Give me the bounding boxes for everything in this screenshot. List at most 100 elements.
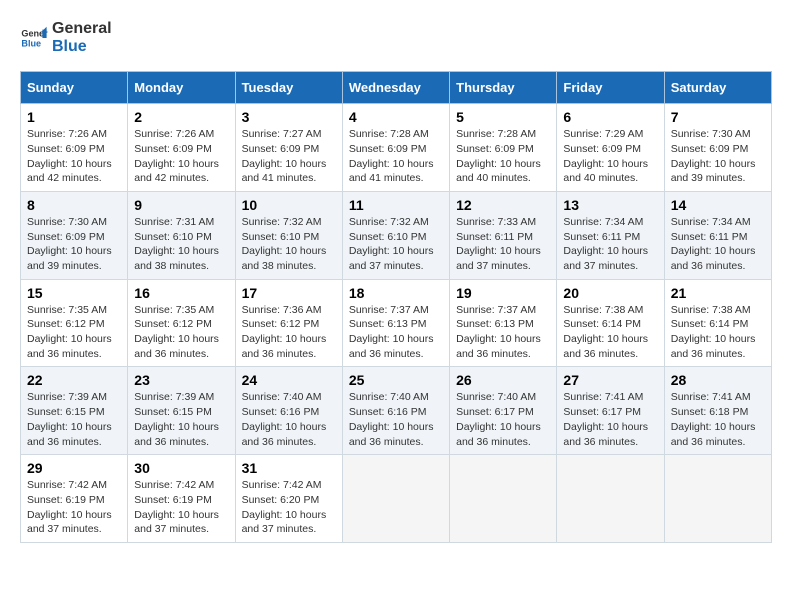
calendar-cell: 14 Sunrise: 7:34 AM Sunset: 6:11 PM Dayl…	[664, 191, 771, 279]
calendar-cell: 28 Sunrise: 7:41 AM Sunset: 6:18 PM Dayl…	[664, 367, 771, 455]
day-info: Sunrise: 7:42 AM Sunset: 6:19 PM Dayligh…	[134, 478, 228, 537]
weekday-header-friday: Friday	[557, 72, 664, 104]
logo-text-general: General	[52, 20, 112, 38]
day-number: 11	[349, 197, 443, 213]
day-info: Sunrise: 7:38 AM Sunset: 6:14 PM Dayligh…	[671, 303, 765, 362]
calendar-cell: 29 Sunrise: 7:42 AM Sunset: 6:19 PM Dayl…	[21, 455, 128, 543]
day-info: Sunrise: 7:30 AM Sunset: 6:09 PM Dayligh…	[671, 127, 765, 186]
day-number: 1	[27, 109, 121, 125]
day-number: 27	[563, 372, 657, 388]
day-info: Sunrise: 7:40 AM Sunset: 6:16 PM Dayligh…	[242, 390, 336, 449]
calendar-cell: 6 Sunrise: 7:29 AM Sunset: 6:09 PM Dayli…	[557, 104, 664, 192]
weekday-header-thursday: Thursday	[450, 72, 557, 104]
calendar-cell: 31 Sunrise: 7:42 AM Sunset: 6:20 PM Dayl…	[235, 455, 342, 543]
day-number: 18	[349, 285, 443, 301]
calendar-cell: 9 Sunrise: 7:31 AM Sunset: 6:10 PM Dayli…	[128, 191, 235, 279]
weekday-header-tuesday: Tuesday	[235, 72, 342, 104]
calendar-cell	[342, 455, 449, 543]
day-info: Sunrise: 7:40 AM Sunset: 6:16 PM Dayligh…	[349, 390, 443, 449]
day-info: Sunrise: 7:35 AM Sunset: 6:12 PM Dayligh…	[27, 303, 121, 362]
day-info: Sunrise: 7:41 AM Sunset: 6:17 PM Dayligh…	[563, 390, 657, 449]
calendar-cell: 17 Sunrise: 7:36 AM Sunset: 6:12 PM Dayl…	[235, 279, 342, 367]
calendar-week-row: 1 Sunrise: 7:26 AM Sunset: 6:09 PM Dayli…	[21, 104, 772, 192]
day-number: 10	[242, 197, 336, 213]
day-info: Sunrise: 7:39 AM Sunset: 6:15 PM Dayligh…	[27, 390, 121, 449]
day-info: Sunrise: 7:42 AM Sunset: 6:20 PM Dayligh…	[242, 478, 336, 537]
day-number: 22	[27, 372, 121, 388]
day-number: 30	[134, 460, 228, 476]
day-info: Sunrise: 7:33 AM Sunset: 6:11 PM Dayligh…	[456, 215, 550, 274]
day-number: 14	[671, 197, 765, 213]
day-number: 8	[27, 197, 121, 213]
day-number: 21	[671, 285, 765, 301]
day-info: Sunrise: 7:26 AM Sunset: 6:09 PM Dayligh…	[134, 127, 228, 186]
calendar-cell: 11 Sunrise: 7:32 AM Sunset: 6:10 PM Dayl…	[342, 191, 449, 279]
calendar-cell	[557, 455, 664, 543]
day-info: Sunrise: 7:38 AM Sunset: 6:14 PM Dayligh…	[563, 303, 657, 362]
day-info: Sunrise: 7:34 AM Sunset: 6:11 PM Dayligh…	[671, 215, 765, 274]
day-info: Sunrise: 7:37 AM Sunset: 6:13 PM Dayligh…	[456, 303, 550, 362]
weekday-header-monday: Monday	[128, 72, 235, 104]
weekday-header-wednesday: Wednesday	[342, 72, 449, 104]
day-number: 19	[456, 285, 550, 301]
calendar-cell: 8 Sunrise: 7:30 AM Sunset: 6:09 PM Dayli…	[21, 191, 128, 279]
day-info: Sunrise: 7:34 AM Sunset: 6:11 PM Dayligh…	[563, 215, 657, 274]
calendar-cell: 23 Sunrise: 7:39 AM Sunset: 6:15 PM Dayl…	[128, 367, 235, 455]
day-number: 25	[349, 372, 443, 388]
logo-icon: General Blue	[20, 24, 48, 52]
day-info: Sunrise: 7:36 AM Sunset: 6:12 PM Dayligh…	[242, 303, 336, 362]
day-info: Sunrise: 7:29 AM Sunset: 6:09 PM Dayligh…	[563, 127, 657, 186]
day-info: Sunrise: 7:35 AM Sunset: 6:12 PM Dayligh…	[134, 303, 228, 362]
day-number: 26	[456, 372, 550, 388]
calendar-cell: 22 Sunrise: 7:39 AM Sunset: 6:15 PM Dayl…	[21, 367, 128, 455]
day-info: Sunrise: 7:37 AM Sunset: 6:13 PM Dayligh…	[349, 303, 443, 362]
calendar-cell: 16 Sunrise: 7:35 AM Sunset: 6:12 PM Dayl…	[128, 279, 235, 367]
logo-text-blue: Blue	[52, 38, 112, 56]
calendar-cell: 12 Sunrise: 7:33 AM Sunset: 6:11 PM Dayl…	[450, 191, 557, 279]
day-number: 13	[563, 197, 657, 213]
calendar-cell: 13 Sunrise: 7:34 AM Sunset: 6:11 PM Dayl…	[557, 191, 664, 279]
calendar-cell: 26 Sunrise: 7:40 AM Sunset: 6:17 PM Dayl…	[450, 367, 557, 455]
day-number: 23	[134, 372, 228, 388]
calendar-cell: 15 Sunrise: 7:35 AM Sunset: 6:12 PM Dayl…	[21, 279, 128, 367]
day-info: Sunrise: 7:28 AM Sunset: 6:09 PM Dayligh…	[456, 127, 550, 186]
day-info: Sunrise: 7:42 AM Sunset: 6:19 PM Dayligh…	[27, 478, 121, 537]
day-info: Sunrise: 7:30 AM Sunset: 6:09 PM Dayligh…	[27, 215, 121, 274]
day-info: Sunrise: 7:32 AM Sunset: 6:10 PM Dayligh…	[242, 215, 336, 274]
calendar-week-row: 15 Sunrise: 7:35 AM Sunset: 6:12 PM Dayl…	[21, 279, 772, 367]
calendar-cell: 5 Sunrise: 7:28 AM Sunset: 6:09 PM Dayli…	[450, 104, 557, 192]
calendar-cell: 1 Sunrise: 7:26 AM Sunset: 6:09 PM Dayli…	[21, 104, 128, 192]
day-info: Sunrise: 7:28 AM Sunset: 6:09 PM Dayligh…	[349, 127, 443, 186]
day-info: Sunrise: 7:39 AM Sunset: 6:15 PM Dayligh…	[134, 390, 228, 449]
day-number: 15	[27, 285, 121, 301]
calendar-cell: 27 Sunrise: 7:41 AM Sunset: 6:17 PM Dayl…	[557, 367, 664, 455]
calendar-cell: 18 Sunrise: 7:37 AM Sunset: 6:13 PM Dayl…	[342, 279, 449, 367]
day-number: 29	[27, 460, 121, 476]
weekday-header-saturday: Saturday	[664, 72, 771, 104]
calendar-week-row: 8 Sunrise: 7:30 AM Sunset: 6:09 PM Dayli…	[21, 191, 772, 279]
day-info: Sunrise: 7:32 AM Sunset: 6:10 PM Dayligh…	[349, 215, 443, 274]
day-number: 20	[563, 285, 657, 301]
calendar-cell: 7 Sunrise: 7:30 AM Sunset: 6:09 PM Dayli…	[664, 104, 771, 192]
day-number: 31	[242, 460, 336, 476]
calendar-cell	[450, 455, 557, 543]
day-number: 3	[242, 109, 336, 125]
logo: General Blue General Blue	[20, 20, 112, 55]
day-info: Sunrise: 7:31 AM Sunset: 6:10 PM Dayligh…	[134, 215, 228, 274]
day-number: 2	[134, 109, 228, 125]
calendar-cell: 24 Sunrise: 7:40 AM Sunset: 6:16 PM Dayl…	[235, 367, 342, 455]
calendar-cell: 20 Sunrise: 7:38 AM Sunset: 6:14 PM Dayl…	[557, 279, 664, 367]
calendar-week-row: 29 Sunrise: 7:42 AM Sunset: 6:19 PM Dayl…	[21, 455, 772, 543]
calendar-cell: 4 Sunrise: 7:28 AM Sunset: 6:09 PM Dayli…	[342, 104, 449, 192]
calendar-cell: 10 Sunrise: 7:32 AM Sunset: 6:10 PM Dayl…	[235, 191, 342, 279]
day-number: 5	[456, 109, 550, 125]
calendar-table: SundayMondayTuesdayWednesdayThursdayFrid…	[20, 71, 772, 543]
day-number: 7	[671, 109, 765, 125]
day-number: 6	[563, 109, 657, 125]
day-number: 12	[456, 197, 550, 213]
day-info: Sunrise: 7:26 AM Sunset: 6:09 PM Dayligh…	[27, 127, 121, 186]
svg-text:Blue: Blue	[21, 38, 41, 48]
day-number: 4	[349, 109, 443, 125]
calendar-week-row: 22 Sunrise: 7:39 AM Sunset: 6:15 PM Dayl…	[21, 367, 772, 455]
day-info: Sunrise: 7:40 AM Sunset: 6:17 PM Dayligh…	[456, 390, 550, 449]
